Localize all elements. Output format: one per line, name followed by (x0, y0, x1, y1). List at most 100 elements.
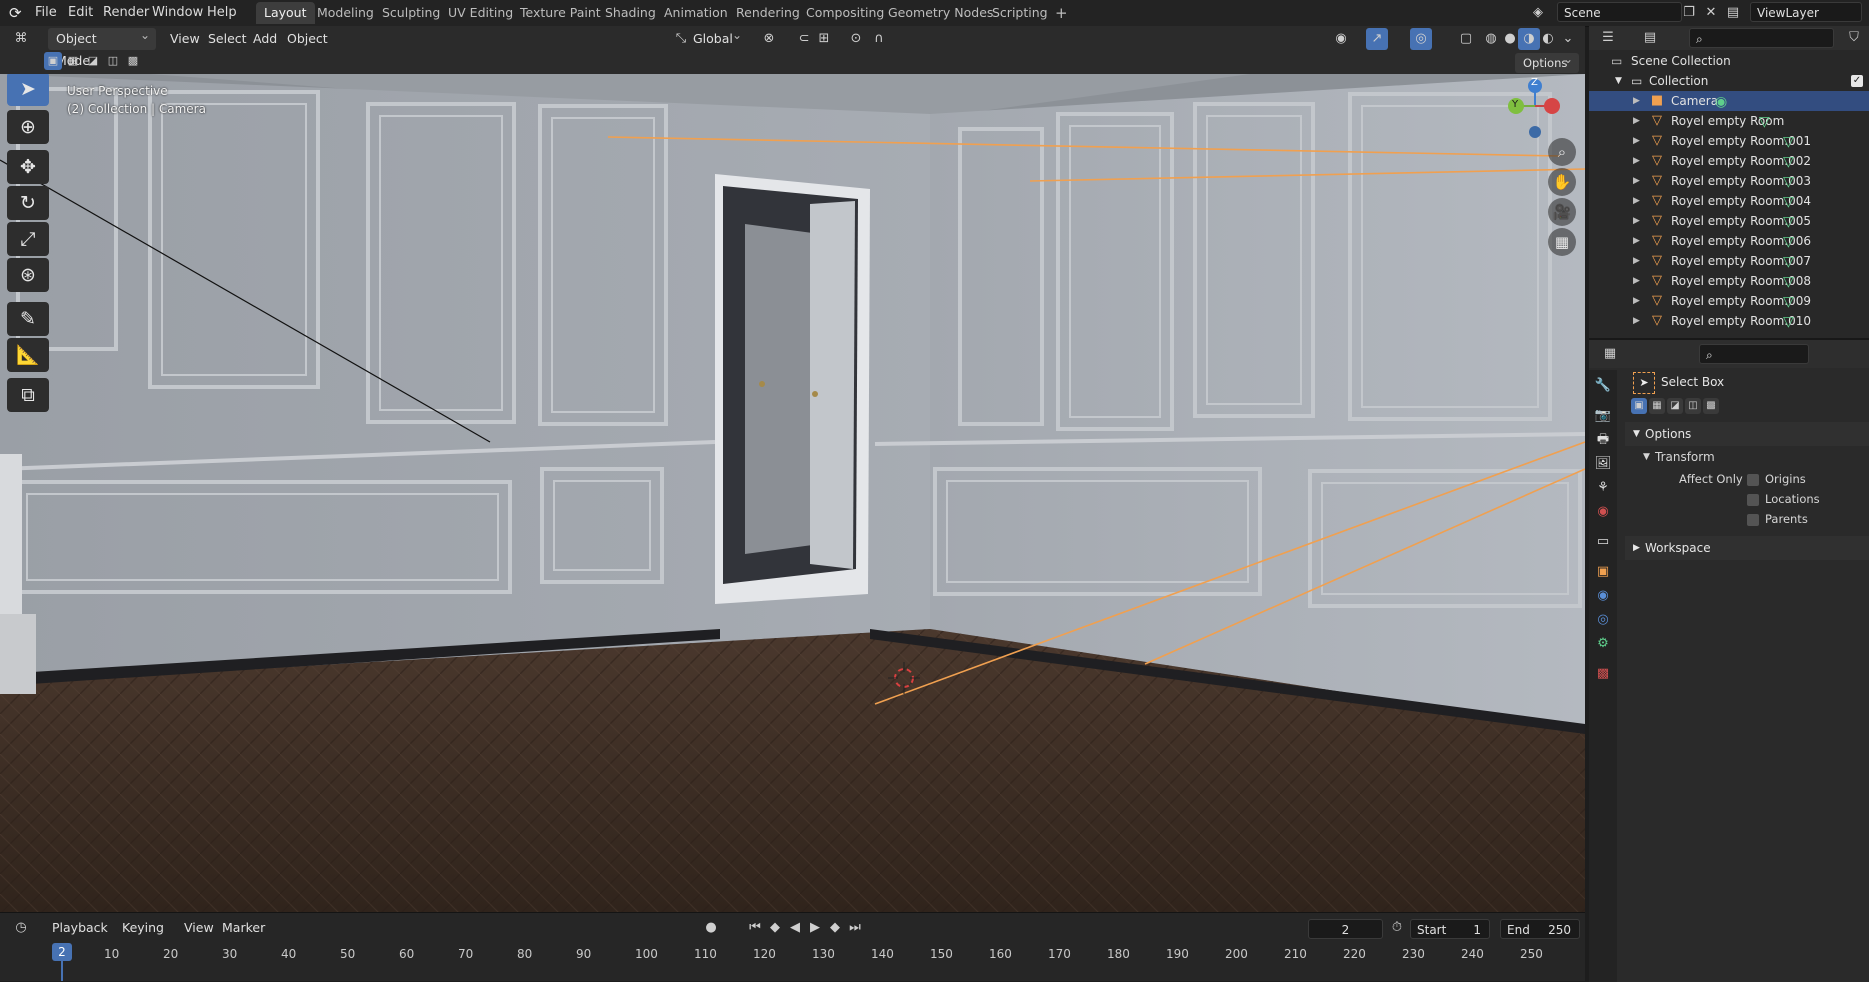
timeline-editor-icon[interactable]: ◷ (10, 917, 32, 939)
mesh-data-icon[interactable]: ▽ (1783, 132, 1794, 152)
outliner-item-row[interactable]: ▶ ■ Camera ◉ (1589, 91, 1869, 111)
ortho-grid-icon[interactable]: ▦ (1548, 228, 1576, 256)
start-frame-field[interactable]: Start 1 (1410, 919, 1490, 939)
collection-tab-icon[interactable]: ▭ (1593, 532, 1613, 552)
proportional-edit-icon[interactable]: ⊙ (845, 28, 867, 50)
tool-annotate[interactable]: ✎ (7, 302, 49, 336)
menu-help[interactable]: Help (207, 5, 237, 20)
editor-type-icon[interactable]: ⌘ (10, 28, 32, 50)
visibility-icon[interactable]: ◉ (1330, 28, 1352, 50)
tab-sculpting[interactable]: Sculpting (374, 2, 448, 24)
world-tab-icon[interactable]: ◉ (1593, 502, 1613, 522)
tool-add-cube[interactable]: ⧉ (7, 378, 49, 412)
menu-edit[interactable]: Edit (68, 5, 93, 20)
tool-tab-icon[interactable]: 🔧 (1593, 376, 1613, 396)
outliner-item-row[interactable]: ▶ ▽ Royel empty Room.008 ▽ (1589, 271, 1869, 291)
mesh-data-icon[interactable]: ▽ (1783, 192, 1794, 212)
outliner-item-row[interactable]: ▶ ▽ Royel empty Room.002 ▽ (1589, 151, 1869, 171)
tab-shading[interactable]: Shading (597, 2, 664, 24)
object-tab-icon[interactable]: ▣ (1593, 562, 1613, 582)
expand-arrow-icon[interactable]: ▶ (1633, 231, 1640, 251)
tool-scale[interactable]: ⤢ (7, 222, 49, 256)
scene-tab-icon[interactable]: ⚘ (1593, 478, 1613, 498)
mode-invert-icon[interactable]: ◫ (1685, 398, 1701, 414)
3d-viewport[interactable]: ➤ ⊕ ✥ ↻ ⤢ ⊛ ✎ 📐 ⧉ User Perspective (2) C… (0, 74, 1585, 912)
object-data-tab-icon[interactable]: ⚙ (1593, 634, 1613, 654)
select-subtract-icon[interactable]: ◪ (84, 52, 102, 70)
expand-arrow-icon[interactable]: ▶ (1633, 151, 1640, 171)
mesh-data-icon[interactable]: ▽ (1783, 272, 1794, 292)
jump-start-icon[interactable]: ⏮ (744, 917, 766, 939)
physics-tab-icon[interactable]: ◎ (1593, 610, 1613, 630)
collection-expand-icon[interactable]: ▼ (1615, 71, 1622, 91)
outliner-item-row[interactable]: ▶ ▽ Royel empty Room.010 ▽ (1589, 311, 1869, 331)
outliner-item-row[interactable]: ▶ ▽ Royel empty Room.004 ▽ (1589, 191, 1869, 211)
outliner-item-row[interactable]: ▶ ▽ Royel empty Room.006 ▽ (1589, 231, 1869, 251)
transform-subpanel-header[interactable]: ▼ Transform (1639, 446, 1869, 468)
properties-editor-icon[interactable]: ▦ (1599, 343, 1621, 365)
select-extend-icon[interactable]: ▦ (64, 52, 82, 70)
mesh-data-icon[interactable]: ▽ (1783, 292, 1794, 312)
new-scene-icon[interactable]: ❐ (1678, 2, 1700, 24)
outliner-item-row[interactable]: ▶ ▽ Royel empty Room.003 ▽ (1589, 171, 1869, 191)
mesh-data-icon[interactable]: ▽ (1783, 152, 1794, 172)
tab-texture-paint[interactable]: Texture Paint (512, 2, 609, 24)
expand-arrow-icon[interactable]: ▶ (1633, 131, 1640, 151)
camera-data-icon[interactable]: ◉ (1715, 92, 1727, 112)
play-icon[interactable]: ▶ (804, 917, 826, 939)
filter-icon[interactable]: ⛉ (1843, 27, 1865, 49)
tab-modeling[interactable]: Modeling (309, 2, 382, 24)
tab-compositing[interactable]: Compositing (798, 2, 892, 24)
overlay-toggle-icon[interactable]: ◎ (1410, 28, 1432, 50)
menu-marker[interactable]: Marker (216, 917, 271, 939)
expand-arrow-icon[interactable]: ▶ (1633, 311, 1640, 331)
view-layer-icon[interactable]: ▤ (1722, 2, 1744, 24)
expand-arrow-icon[interactable]: ▶ (1633, 111, 1640, 131)
zoom-icon[interactable]: ⌕ (1548, 138, 1576, 166)
tool-rotate[interactable]: ↻ (7, 186, 49, 220)
outliner-editor-icon[interactable]: ☰ (1597, 27, 1619, 49)
menu-view[interactable]: View (164, 28, 206, 50)
xray-icon[interactable]: ▢ (1455, 28, 1477, 50)
locations-checkbox[interactable] (1747, 494, 1759, 506)
menu-render[interactable]: Render (103, 5, 149, 20)
playhead[interactable]: 2 (52, 943, 72, 961)
expand-arrow-icon[interactable]: ▶ (1633, 191, 1640, 211)
menu-select[interactable]: Select (202, 28, 253, 50)
mesh-data-icon[interactable]: ▽ (1783, 252, 1794, 272)
render-tab-icon[interactable]: 📷 (1593, 406, 1613, 426)
add-workspace-button[interactable]: + (1047, 2, 1076, 24)
mesh-data-icon[interactable]: ▽ (1783, 172, 1794, 192)
menu-timeline-view[interactable]: View (178, 917, 220, 939)
collection-row[interactable]: ▼ ▭ Collection ✓ (1589, 71, 1869, 91)
tab-layout[interactable]: Layout (256, 2, 315, 24)
mode-extend-icon[interactable]: ▦ (1649, 398, 1665, 414)
expand-arrow-icon[interactable]: ▶ (1633, 291, 1640, 311)
snap-icon[interactable]: ⊂ (793, 28, 815, 50)
camera-view-icon[interactable]: 🎥 (1548, 198, 1576, 226)
menu-file[interactable]: File (35, 5, 57, 20)
output-tab-icon[interactable]: 🖶 (1593, 430, 1613, 450)
pivot-point-icon[interactable]: ⊗ (758, 28, 780, 50)
tool-measure[interactable]: 📐 (7, 338, 49, 372)
display-mode-icon[interactable]: ▤ (1639, 27, 1661, 49)
outliner-search-field[interactable]: ⌕ (1689, 28, 1834, 48)
tab-uv-editing[interactable]: UV Editing (440, 2, 521, 24)
origins-checkbox[interactable] (1747, 474, 1759, 486)
tool-cursor[interactable]: ⊕ (7, 110, 49, 144)
scene-icon[interactable]: ◈ (1527, 2, 1549, 24)
texture-tab-icon[interactable]: ▩ (1593, 664, 1613, 684)
mesh-data-icon[interactable]: ▽ (1783, 232, 1794, 252)
parents-checkbox[interactable] (1747, 514, 1759, 526)
scene-collection-row[interactable]: ▭ Scene Collection (1589, 51, 1869, 71)
tab-scripting[interactable]: Scripting (984, 2, 1056, 24)
shading-options-icon[interactable]: ⌄ (1557, 28, 1579, 50)
play-reverse-icon[interactable]: ◀ (784, 917, 806, 939)
delete-scene-icon[interactable]: ✕ (1700, 2, 1722, 24)
options-dropdown[interactable]: Options (1515, 49, 1579, 73)
jump-end-icon[interactable]: ⏭ (844, 917, 866, 939)
record-icon[interactable]: ● (700, 917, 722, 939)
blender-logo-icon[interactable]: ⟳ (9, 4, 22, 22)
expand-arrow-icon[interactable]: ▶ (1633, 211, 1640, 231)
mesh-data-icon[interactable]: ▽ (1783, 312, 1794, 332)
